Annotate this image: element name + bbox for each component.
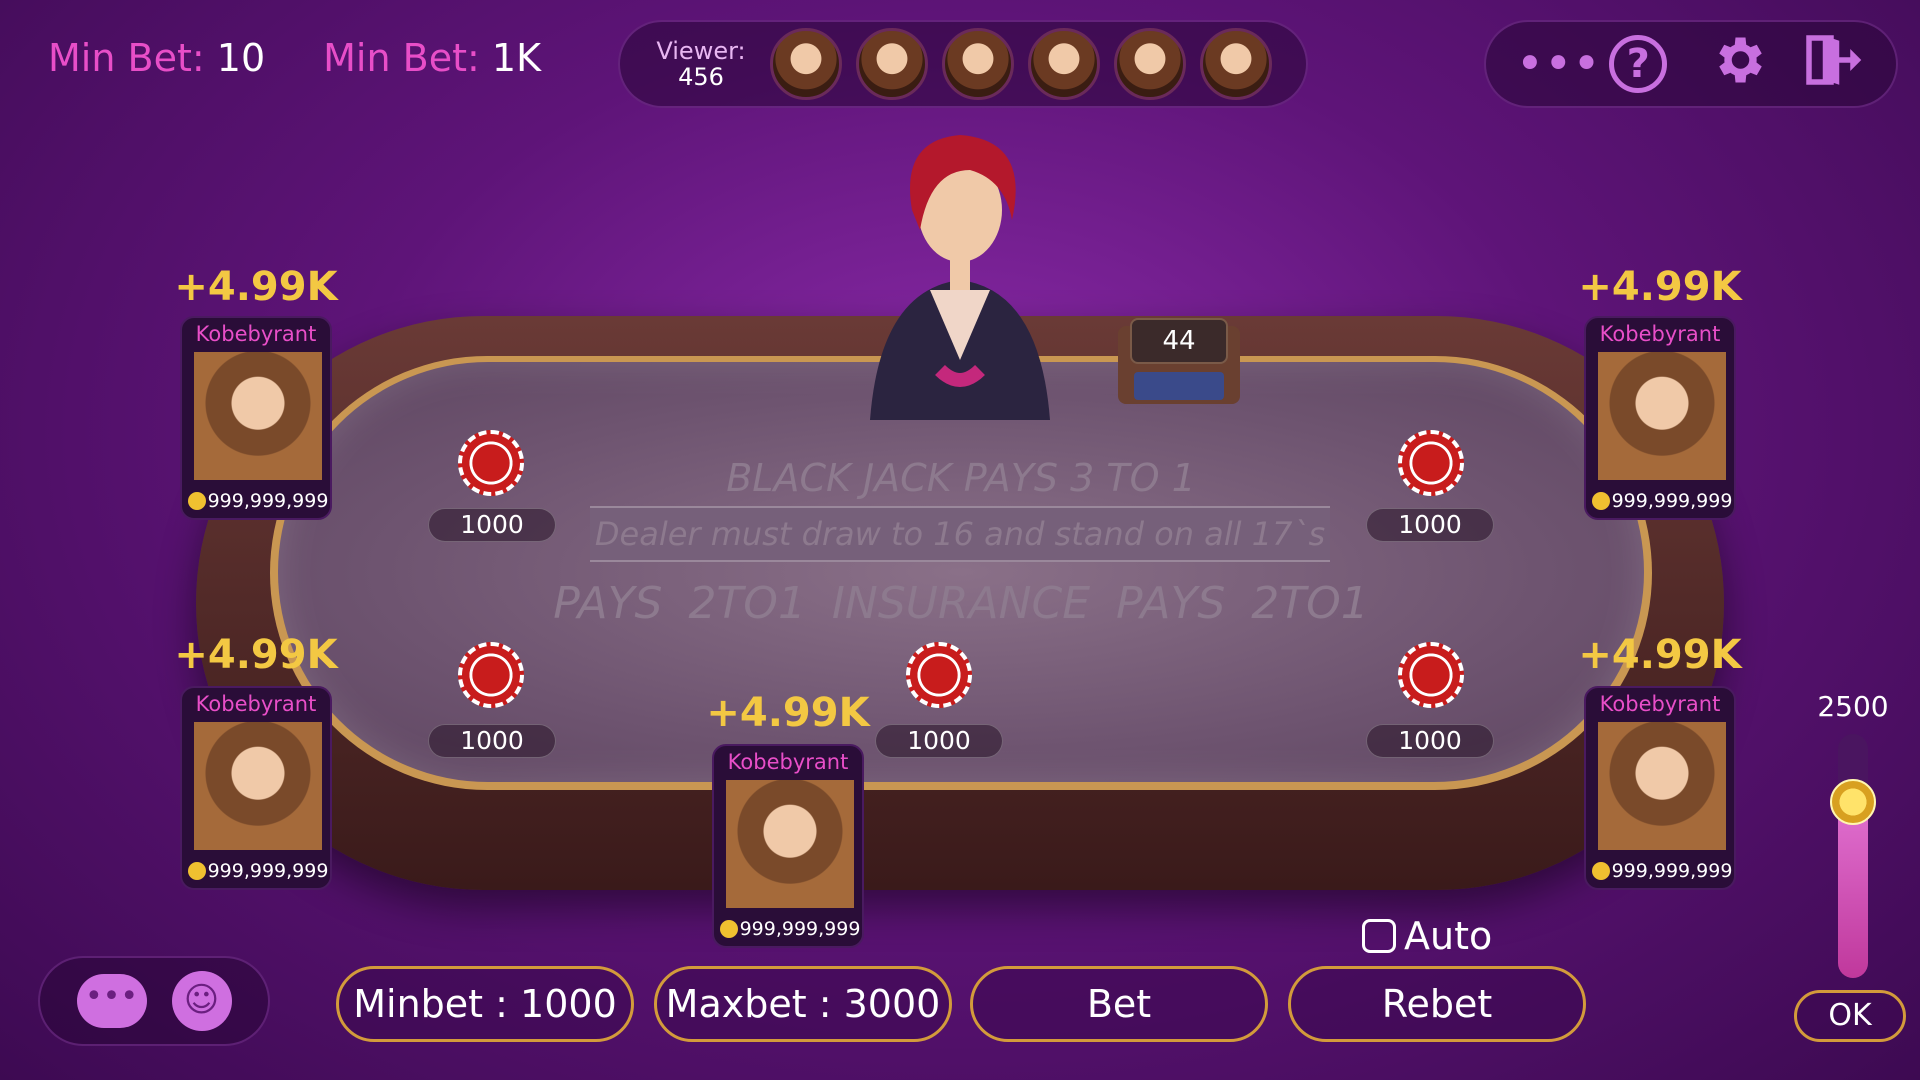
bet-button[interactable]: Bet (970, 966, 1268, 1042)
bet-chip (1398, 430, 1464, 496)
player-coin-value: 999,999,999 (207, 860, 329, 882)
viewer-avatar[interactable] (942, 28, 1014, 100)
player-win-amount: +4.99K (174, 264, 338, 310)
player-avatar (1598, 722, 1726, 850)
chat-icon[interactable]: ••• (76, 974, 147, 1028)
player-name: Kobebyrant (727, 750, 849, 774)
coin-icon (1591, 492, 1610, 510)
bet-amount: 1000 (1366, 508, 1494, 542)
auto-toggle[interactable]: Auto (1362, 914, 1492, 958)
table-rule-dealer: Dealer must draw to 16 and stand on all … (590, 506, 1330, 562)
player-seat[interactable]: Kobebyrant 999,999,999 (1584, 316, 1736, 520)
coin-icon (187, 862, 206, 880)
player-name: Kobebyrant (195, 692, 317, 716)
auto-checkbox[interactable] (1362, 919, 1396, 953)
min-bet-2-value: 1K (491, 36, 541, 80)
min-bet-1-value: 10 (216, 36, 266, 80)
player-avatar (726, 780, 854, 908)
dealer-character (870, 135, 1050, 420)
player-win-amount: +4.99K (1578, 632, 1742, 678)
bet-chip (1398, 642, 1464, 708)
player-name: Kobebyrant (1599, 692, 1721, 716)
bet-slider-handle[interactable] (1830, 779, 1876, 826)
player-name: Kobebyrant (1599, 322, 1721, 346)
viewer-avatar[interactable] (1114, 28, 1186, 100)
player-coins: 999,999,999 (1590, 860, 1734, 882)
exit-button[interactable] (1796, 27, 1866, 101)
bet-amount: 1000 (875, 724, 1003, 758)
viewer-avatar[interactable] (1028, 28, 1100, 100)
player-coins: 999,999,999 (718, 918, 862, 940)
player-coin-value: 999,999,999 (1611, 860, 1733, 882)
viewer-label: Viewer: (656, 37, 746, 65)
viewer-bar: Viewer: 456 (618, 20, 1308, 108)
help-button[interactable]: ? (1609, 35, 1679, 93)
table-felt (278, 362, 1644, 782)
ok-button[interactable]: OK (1794, 990, 1906, 1042)
auto-label: Auto (1404, 914, 1493, 958)
viewer-info: Viewer: 456 (646, 38, 756, 90)
bet-chip (458, 642, 524, 708)
settings-button[interactable] (1703, 30, 1773, 98)
player-coin-value: 999,999,999 (1611, 490, 1733, 512)
min-bet-2: Min Bet: 1K (323, 36, 541, 80)
player-avatar (1598, 352, 1726, 480)
table-rule-insurance: PAYS 2TO1 INSURANCE PAYS 2TO1 (553, 578, 1369, 629)
viewer-avatar[interactable] (856, 28, 928, 100)
bet-amount: 1000 (1366, 724, 1494, 758)
tools-bar: ••• ? (1484, 20, 1898, 108)
player-coin-value: 999,999,999 (739, 918, 861, 940)
bet-chip (906, 642, 972, 708)
viewer-avatar[interactable] (1200, 28, 1272, 100)
player-coins: 999,999,999 (186, 490, 330, 512)
viewer-avatar[interactable] (770, 28, 842, 100)
gear-icon (1719, 37, 1762, 83)
coin-icon (1591, 862, 1610, 880)
player-avatar (194, 352, 322, 480)
viewer-avatar-list (770, 28, 1272, 100)
more-icon[interactable]: ••• (1516, 40, 1601, 88)
bet-amount: 1000 (428, 724, 556, 758)
viewer-count: 456 (678, 63, 724, 91)
min-bet-1-label: Min Bet: (48, 36, 205, 80)
player-coin-value: 999,999,999 (207, 490, 329, 512)
chat-bar: ••• ☺ (38, 956, 270, 1046)
rebet-button[interactable]: Rebet (1288, 966, 1586, 1042)
bet-slider-value: 2500 (1817, 690, 1889, 723)
player-avatar (194, 722, 322, 850)
min-bet-2-label: Min Bet: (323, 36, 480, 80)
player-win-amount: +4.99K (706, 690, 870, 736)
bet-chip (458, 430, 524, 496)
help-icon: ? (1609, 35, 1668, 93)
player-coins: 999,999,999 (1590, 490, 1734, 512)
bet-amount: 1000 (428, 508, 556, 542)
player-win-amount: +4.99K (1578, 264, 1742, 310)
player-seat-self[interactable]: Kobebyrant 999,999,999 (712, 744, 864, 948)
min-bet-display: Min Bet: 10 Min Bet: 1K (48, 36, 541, 80)
bet-slider-track[interactable] (1838, 734, 1868, 978)
player-name: Kobebyrant (195, 322, 317, 346)
player-seat[interactable]: Kobebyrant 999,999,999 (180, 686, 332, 890)
player-seat[interactable]: Kobebyrant 999,999,999 (1584, 686, 1736, 890)
minbet-button[interactable]: Minbet : 1000 (336, 966, 634, 1042)
player-win-amount: +4.99K (174, 632, 338, 678)
maxbet-button[interactable]: Maxbet : 3000 (654, 966, 952, 1042)
bet-slider-fill (1838, 802, 1868, 978)
coin-icon (187, 492, 206, 510)
shoe-card-count: 44 (1130, 318, 1228, 364)
exit-icon (1806, 35, 1862, 85)
min-bet-1: Min Bet: 10 (48, 36, 265, 80)
coin-icon (719, 920, 738, 938)
player-coins: 999,999,999 (186, 860, 330, 882)
emoji-icon[interactable]: ☺ (171, 971, 232, 1031)
player-seat[interactable]: Kobebyrant 999,999,999 (180, 316, 332, 520)
